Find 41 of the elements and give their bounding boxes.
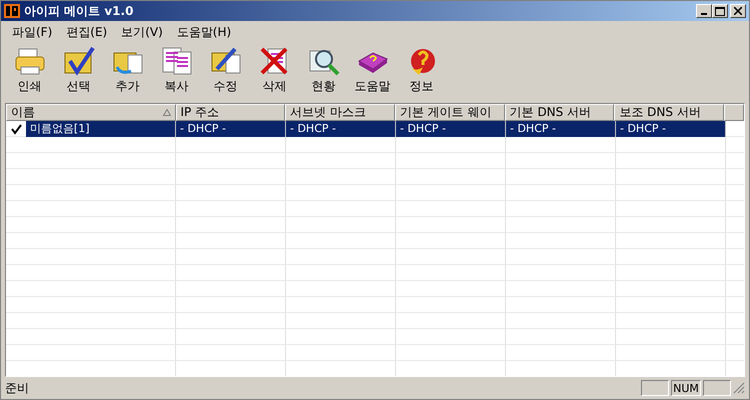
menu-item[interactable]: 보기(V) [114,24,170,40]
toolbar-button[interactable]: 삭제 [250,45,299,99]
maximize-button[interactable] [712,4,728,18]
menu-item[interactable]: 편집(E) [59,24,114,40]
table-cell: - DHCP - [506,121,616,137]
table-row[interactable]: 미름없음[1] - DHCP - - DHCP - - DHCP - - DHCP - - DHCP - [6,121,744,137]
documents-icon [160,45,194,77]
table-cell: - DHCP - [616,121,726,137]
checkbox[interactable] [10,123,24,135]
toolbar-button[interactable]: 인쇄 [5,45,54,99]
window-title: 아이피 메이트 v1.0 [24,2,134,20]
folder-check-icon [62,45,96,77]
resize-grip-icon [733,382,745,394]
num-lock-indicator: NUM [671,380,701,396]
toolbar-button[interactable]: 추가 [103,45,152,99]
close-button[interactable] [730,4,746,18]
table-cell: 미름없음[1] [26,121,175,137]
table-cell: - DHCP - [176,121,286,137]
toolbar-button[interactable]: 현황 [299,45,348,99]
toolbar-button[interactable]: 선택 [54,45,103,99]
toolbar-button[interactable]: 복사 [152,45,201,99]
column-header[interactable]: 보조 DNS 서버 [614,104,724,121]
status-pane [703,380,731,396]
menu-item[interactable]: 도움말(H) [170,24,238,40]
app-logo-icon [4,4,20,18]
status-text: 준비 [5,380,29,396]
column-header[interactable]: 이름 [6,104,176,121]
column-header[interactable]: 기본 게이트 웨이 [394,104,505,121]
minimize-button[interactable] [696,4,712,18]
column-header[interactable]: 기본 DNS 서버 [504,104,614,121]
maximize-icon [715,6,725,16]
table-cell: - DHCP - [286,121,396,137]
status-pane [641,380,669,396]
toolbar-button[interactable]: 수정 [201,45,250,99]
table-cell: - DHCP - [396,121,506,137]
column-header[interactable]: 서브넷 마스크 [285,104,395,121]
menu-item[interactable]: 파일(F) [5,24,60,40]
toolbar-button[interactable]: 도움말 [348,45,397,99]
close-icon [734,7,742,15]
column-header[interactable]: IP 주소 [176,104,286,121]
toolbar-button[interactable]: 정보 [397,45,446,99]
